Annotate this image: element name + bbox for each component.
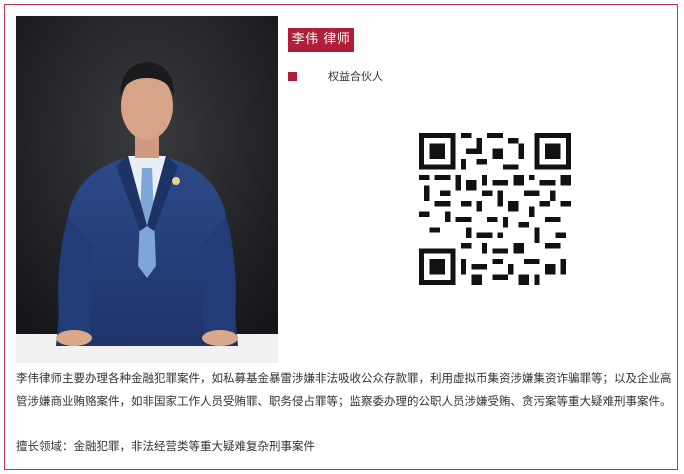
lawyer-name-badge: 李伟 律师	[288, 28, 354, 52]
lawyer-title: 权益合伙人	[328, 70, 383, 83]
qr-code-icon	[419, 133, 571, 285]
lawyer-bio-text: 李伟律师主要办理各种金融犯罪案件，如私募基金暴雷涉嫌非法吸收公众存款罪，利用虚拟…	[16, 371, 672, 408]
lawyer-specialty: 擅长领域：金融犯罪，非法经营类等重大疑难复杂刑事案件	[16, 439, 315, 453]
portrait-illustration	[16, 16, 278, 363]
lawyer-bio: 李伟律师主要办理各种金融犯罪案件，如私募基金暴雷涉嫌非法吸收公众存款罪，利用虚拟…	[16, 367, 672, 412]
lawyer-profile-card: 李伟 律师 权益合伙人 李伟律师主要办理各种金融犯罪案件，如私募基金暴雷涉嫌非法…	[4, 4, 678, 470]
lawyer-portrait	[16, 16, 278, 363]
title-bullet-icon	[288, 72, 297, 81]
